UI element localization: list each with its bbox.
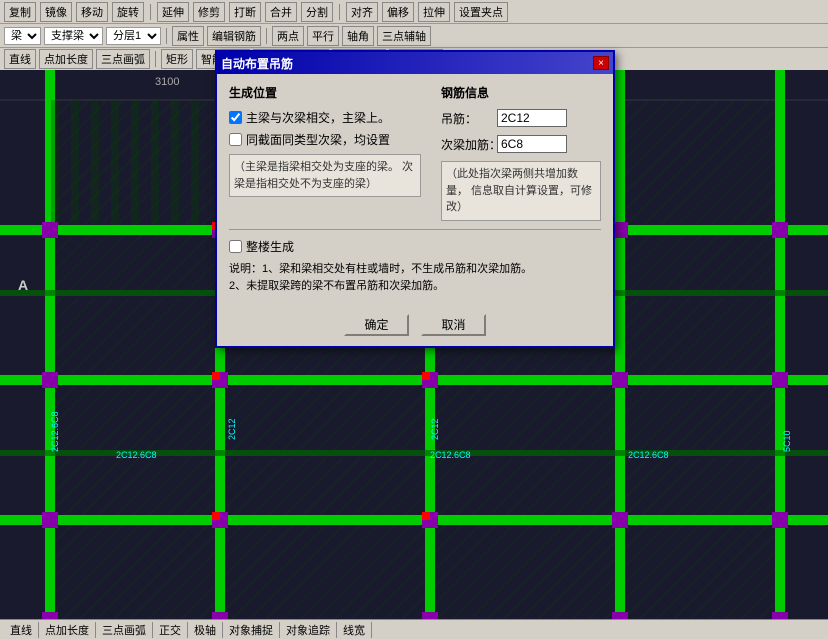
whole-floor-row: 整楼生成 <box>229 238 601 255</box>
separator4 <box>266 28 267 44</box>
dialog-bottom: 整楼生成 说明：1、梁和梁相交处有柱或墙时，不生成吊筋和次梁加筋。 2、未提取梁… <box>229 238 601 296</box>
svg-text:A: A <box>18 277 28 293</box>
dialog-close-button[interactable]: × <box>593 56 609 70</box>
status-snap[interactable]: 对象捕捉 <box>223 622 280 638</box>
dialog-right-section: 钢筋信息 吊筋： 次梁加筋： （此处指次梁两侧共增加数量， 信息取自计算设置，可… <box>441 84 601 221</box>
checkbox-row-2: 同截面同类型次梁，均设置 <box>229 131 421 148</box>
svg-text:2C12: 2C12 <box>227 418 237 440</box>
rebar-input-2[interactable] <box>497 135 567 153</box>
toolbar-property[interactable]: 属性 <box>172 26 204 46</box>
toolbar-two-point[interactable]: 两点 <box>272 26 304 46</box>
layer-select[interactable]: 分层1 <box>106 27 161 45</box>
separator2 <box>339 4 340 20</box>
confirm-button[interactable]: 确定 <box>344 314 409 336</box>
toolbar-rectangle[interactable]: 矩形 <box>161 49 193 69</box>
rebar-row-1: 吊筋： <box>441 109 601 127</box>
toolbar-move[interactable]: 移动 <box>76 2 108 22</box>
dialog-titlebar[interactable]: 自动布置吊筋 × <box>217 52 613 74</box>
note-line-1: 说明：1、梁和梁相交处有柱或墙时，不生成吊筋和次梁加筋。 <box>229 261 601 279</box>
checkbox-label-1: 主梁与次梁相交，主梁上。 <box>246 109 390 126</box>
toolbar-row1: 复制 镜像 移动 旋转 延伸 修剪 打断 合并 分割 对齐 偏移 拉伸 设置夹点 <box>0 0 828 24</box>
toolbar-three-point[interactable]: 三点辅轴 <box>377 26 431 46</box>
right-section-title: 钢筋信息 <box>441 84 601 101</box>
dialog-separator <box>229 229 601 230</box>
svg-text:2C12.6C8: 2C12.6C8 <box>430 450 471 460</box>
dialog-title: 自动布置吊筋 <box>221 55 293 72</box>
svg-text:3100: 3100 <box>155 76 179 88</box>
separator5 <box>155 51 156 67</box>
svg-text:2C12.6C8: 2C12.6C8 <box>50 411 60 452</box>
toolbar-extend[interactable]: 延伸 <box>157 2 189 22</box>
status-lineweight[interactable]: 线宽 <box>337 622 372 638</box>
beam-type-select[interactable]: 梁 <box>4 27 41 45</box>
toolbar-align[interactable]: 对齐 <box>346 2 378 22</box>
separator1 <box>150 4 151 20</box>
rebar-note: （此处指次梁两侧共增加数量， 信息取自计算设置，可修改） <box>441 161 601 221</box>
toolbar-split[interactable]: 分割 <box>301 2 333 22</box>
svg-text:2C12.6C8: 2C12.6C8 <box>116 450 157 460</box>
checkbox-main-secondary[interactable] <box>229 111 242 124</box>
toolbar-stretch[interactable]: 拉伸 <box>418 2 450 22</box>
dialog-left-section: 生成位置 主梁与次梁相交，主梁上。 同截面同类型次梁，均设置 （主梁是指梁相交处… <box>229 84 421 221</box>
toolbar-offset[interactable]: 偏移 <box>382 2 414 22</box>
status-line[interactable]: 直线 <box>4 622 39 638</box>
status-point-length[interactable]: 点加长度 <box>39 622 96 638</box>
toolbar-trim[interactable]: 修剪 <box>193 2 225 22</box>
toolbar-row2: 梁 支撑梁 分层1 属性 编辑钢筋 两点 平行 轴角 三点辅轴 <box>0 24 828 48</box>
dialog-auto-layout-stirrup: 自动布置吊筋 × 生成位置 主梁与次梁相交，主梁上。 同截面同类型次梁，均设置 … <box>215 50 615 348</box>
toolbar-grip[interactable]: 设置夹点 <box>454 2 508 22</box>
checkbox-row-1: 主梁与次梁相交，主梁上。 <box>229 109 421 126</box>
status-arc[interactable]: 三点画弧 <box>96 622 153 638</box>
toolbar-break[interactable]: 打断 <box>229 2 261 22</box>
dialog-content: 生成位置 主梁与次梁相交，主梁上。 同截面同类型次梁，均设置 （主梁是指梁相交处… <box>217 74 613 346</box>
svg-text:5C10: 5C10 <box>782 430 792 452</box>
status-ortho[interactable]: 正交 <box>153 622 188 638</box>
status-polar[interactable]: 极轴 <box>188 622 223 638</box>
toolbar-point-length[interactable]: 点加长度 <box>39 49 93 69</box>
status-bar: 直线 点加长度 三点画弧 正交 极轴 对象捕捉 对象追踪 线宽 <box>0 619 828 639</box>
toolbar-line[interactable]: 直线 <box>4 49 36 69</box>
checkbox-same-section[interactable] <box>229 133 242 146</box>
note-line-2: 2、未提取梁跨的梁不布置吊筋和次梁加筋。 <box>229 278 601 296</box>
rebar-input-1[interactable] <box>497 109 567 127</box>
notes-section: 说明：1、梁和梁相交处有柱或墙时，不生成吊筋和次梁加筋。 2、未提取梁跨的梁不布… <box>229 261 601 296</box>
status-track[interactable]: 对象追踪 <box>280 622 337 638</box>
separator3 <box>166 28 167 44</box>
toolbar-rotate[interactable]: 旋转 <box>112 2 144 22</box>
checkbox-label-2: 同截面同类型次梁，均设置 <box>246 131 390 148</box>
svg-text:2C12.6C8: 2C12.6C8 <box>628 450 669 460</box>
checkbox-whole-floor[interactable] <box>229 240 242 253</box>
toolbar-arc[interactable]: 三点画弧 <box>96 49 150 69</box>
rebar-label-1: 吊筋： <box>441 110 491 127</box>
toolbar-parallel[interactable]: 平行 <box>307 26 339 46</box>
toolbar-mirror[interactable]: 镜像 <box>40 2 72 22</box>
left-note: （主梁是指梁相交处为支座的梁。 次梁是指相交处不为支座的梁） <box>229 154 421 197</box>
toolbar-merge[interactable]: 合并 <box>265 2 297 22</box>
rebar-row-2: 次梁加筋： <box>441 135 601 153</box>
cancel-button[interactable]: 取消 <box>421 314 486 336</box>
dialog-columns: 生成位置 主梁与次梁相交，主梁上。 同截面同类型次梁，均设置 （主梁是指梁相交处… <box>229 84 601 221</box>
svg-text:2C12: 2C12 <box>430 418 440 440</box>
whole-floor-label: 整楼生成 <box>246 238 294 255</box>
dialog-buttons: 确定 取消 <box>229 306 601 336</box>
left-section-title: 生成位置 <box>229 84 421 101</box>
support-beam-select[interactable]: 支撑梁 <box>44 27 103 45</box>
toolbar-axis-angle[interactable]: 轴角 <box>342 26 374 46</box>
toolbar-edit-rebar[interactable]: 编辑钢筋 <box>207 26 261 46</box>
toolbar-copy[interactable]: 复制 <box>4 2 36 22</box>
rebar-label-2: 次梁加筋： <box>441 136 491 153</box>
